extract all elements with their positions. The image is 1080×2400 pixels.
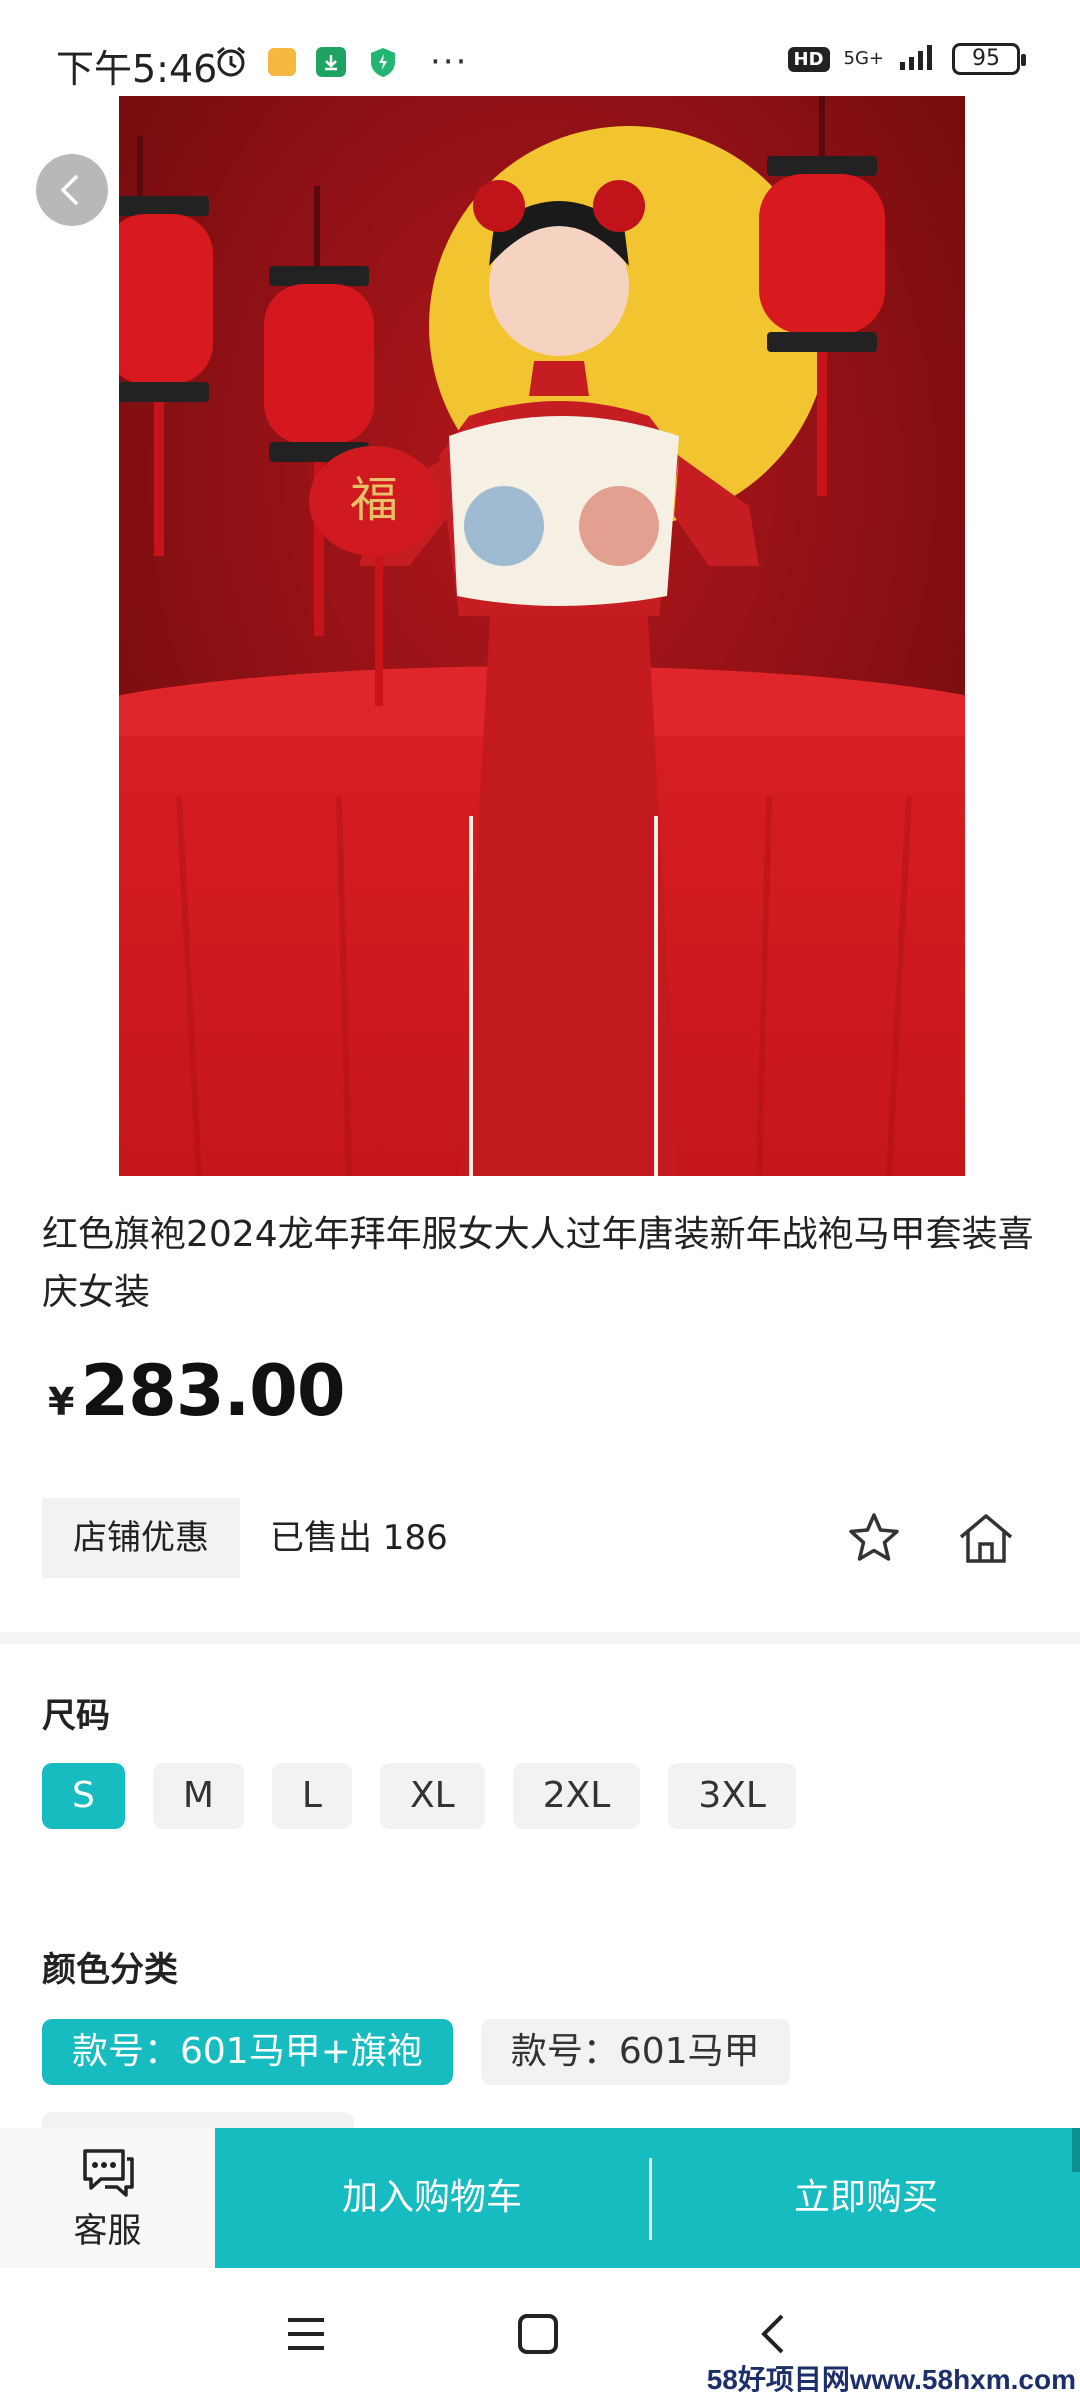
color-section-label: 颜色分类 bbox=[42, 1950, 178, 1990]
size-option-m[interactable]: M bbox=[152, 1763, 244, 1829]
customer-service-label: 客服 bbox=[73, 2210, 142, 2251]
message-notification-icon bbox=[268, 48, 296, 76]
back-nav-button[interactable] bbox=[744, 2304, 804, 2364]
more-notifications-icon: ··· bbox=[430, 42, 469, 82]
size-option-2xl[interactable]: 2XL bbox=[512, 1763, 641, 1829]
svg-text:福: 福 bbox=[350, 472, 398, 528]
size-option-xl[interactable]: XL bbox=[379, 1763, 485, 1829]
chevron-left-icon bbox=[60, 174, 79, 206]
battery-indicator: 95 bbox=[952, 43, 1026, 75]
currency-symbol: ¥ bbox=[48, 1380, 75, 1424]
home-icon bbox=[959, 1514, 1013, 1563]
shop-coupon-button[interactable]: 店铺优惠 bbox=[42, 1498, 240, 1578]
add-to-cart-button[interactable]: 加入购物车 bbox=[215, 2128, 649, 2268]
product-photo-illustration: 福 bbox=[119, 96, 965, 1176]
product-image[interactable]: 福 bbox=[119, 96, 965, 1176]
customer-service-button[interactable]: 客服 bbox=[0, 2128, 215, 2268]
promo-row: 店铺优惠 已售出 186 bbox=[42, 1498, 1042, 1578]
size-option-l[interactable]: L bbox=[271, 1763, 352, 1829]
hd-badge: HD bbox=[787, 46, 830, 72]
color-option-vest-qipao[interactable]: 款号：601马甲+旗袍 bbox=[42, 2019, 453, 2085]
download-notification-icon bbox=[316, 47, 346, 77]
purchase-cta-group: 加入购物车 立即购买 bbox=[215, 2128, 1080, 2268]
size-option-s[interactable]: S bbox=[42, 1763, 125, 1829]
recent-apps-button[interactable] bbox=[276, 2304, 336, 2364]
favorite-button[interactable] bbox=[838, 1502, 910, 1574]
product-price: 283.00 bbox=[80, 1350, 345, 1432]
bottom-action-bar: 客服 加入购物车 立即购买 bbox=[0, 2128, 1080, 2268]
size-options: S M L XL 2XL 3XL bbox=[42, 1763, 796, 1829]
section-divider bbox=[0, 1632, 1080, 1644]
status-notification-icons: ··· bbox=[214, 42, 468, 82]
chat-bubble-icon bbox=[82, 2148, 134, 2197]
product-title: 红色旗袍2024龙年拜年服女大人过年唐装新年战袍马甲套装喜庆女装 bbox=[42, 1214, 1034, 1313]
status-time: 下午5:46 bbox=[56, 47, 218, 91]
network-type: 5G+ bbox=[843, 48, 884, 69]
price-row: ¥ 283.00 bbox=[48, 1350, 346, 1432]
security-shield-icon bbox=[366, 45, 400, 79]
size-section-label: 尺码 bbox=[42, 1696, 110, 1736]
back-arrow-icon bbox=[761, 2314, 784, 2354]
watermark-text: 58好项目网www.58hxm.com bbox=[706, 2364, 1076, 2395]
home-nav-button[interactable] bbox=[508, 2304, 568, 2364]
square-icon bbox=[518, 2314, 558, 2354]
back-button[interactable] bbox=[36, 154, 108, 226]
color-options: 款号：601马甲+旗袍 款号：601马甲 bbox=[42, 2019, 790, 2085]
sold-count: 已售出 186 bbox=[270, 1518, 448, 1558]
system-navigation-bar: 58好项目网www.58hxm.com bbox=[0, 2268, 1080, 2400]
status-right: HD 5G+ 95 bbox=[787, 42, 1026, 76]
alarm-clock-icon bbox=[214, 45, 248, 79]
edge-handle bbox=[1072, 2128, 1080, 2172]
size-option-3xl[interactable]: 3XL bbox=[668, 1763, 796, 1829]
store-home-button[interactable] bbox=[950, 1502, 1022, 1574]
star-icon bbox=[849, 1513, 899, 1561]
menu-icon bbox=[288, 2318, 324, 2350]
buy-now-button[interactable]: 立即购买 bbox=[652, 2128, 1080, 2268]
color-option-vest[interactable]: 款号：601马甲 bbox=[480, 2019, 790, 2085]
signal-icon bbox=[898, 42, 938, 76]
